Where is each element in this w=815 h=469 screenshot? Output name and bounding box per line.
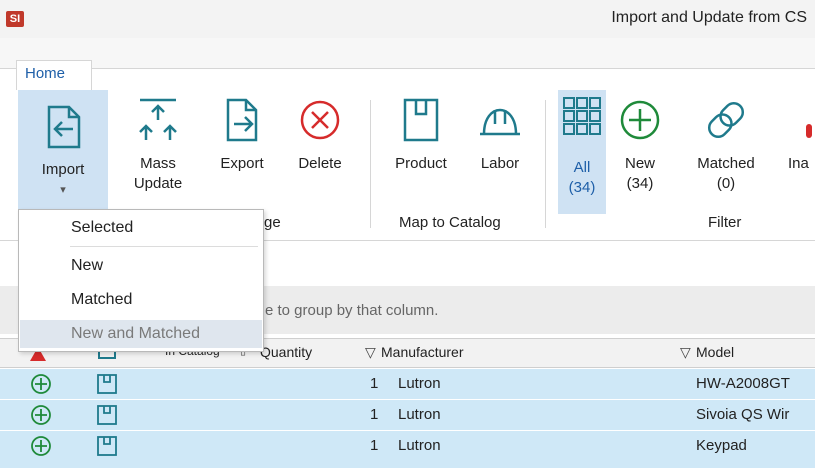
table-row[interactable]: 1 Lutron Keypad: [0, 431, 815, 469]
column-header-model[interactable]: Model: [696, 344, 734, 360]
product-box-icon: [403, 98, 439, 142]
filter-inactive-button[interactable]: Ina: [788, 96, 815, 174]
filter-inactive-icon: [788, 96, 815, 146]
link-icon: [707, 101, 745, 139]
cell-model: Keypad: [696, 437, 747, 454]
title-bar: SI Import and Update from CS: [0, 0, 815, 39]
hard-hat-icon: [480, 108, 520, 136]
cell-model: HW-A2008GT: [696, 375, 790, 392]
product-box-icon: [97, 374, 117, 394]
tab-home[interactable]: Home: [16, 60, 92, 90]
cell-manufacturer: Lutron: [398, 406, 441, 423]
filter-funnel-icon[interactable]: ▽: [680, 344, 691, 361]
delete-icon: [300, 100, 340, 140]
filter-funnel-icon[interactable]: ▽: [365, 344, 376, 361]
mass-update-label-1: Mass: [140, 155, 176, 172]
cell-manufacturer: Lutron: [398, 437, 441, 454]
filter-new-label: New: [624, 155, 655, 172]
cell-model: Sivoia QS Wir: [696, 406, 790, 423]
map-product-button[interactable]: Product: [386, 96, 456, 174]
export-button[interactable]: Export: [214, 96, 270, 174]
import-icon: [47, 105, 81, 149]
grid-icon: [563, 97, 601, 135]
filter-all-button[interactable]: All (34): [558, 90, 606, 214]
add-circle-icon: [31, 405, 51, 425]
delete-label: Delete: [298, 155, 342, 172]
filter-all-count: (34): [568, 179, 596, 196]
product-box-icon: [97, 436, 117, 456]
add-circle-icon: [620, 100, 660, 140]
import-button[interactable]: Import ▾: [18, 90, 108, 220]
filter-all-label: All: [573, 159, 591, 176]
window-title: Import and Update from CS: [611, 9, 807, 26]
export-icon: [226, 98, 258, 142]
filter-inactive-label: Ina: [788, 155, 809, 172]
table-row[interactable]: 1 Lutron Sivoia QS Wir: [0, 400, 815, 431]
column-header-quantity[interactable]: Quantity: [260, 344, 312, 360]
cell-quantity: 1: [370, 406, 379, 423]
menu-divider: [70, 246, 258, 247]
mass-update-button[interactable]: Mass Update: [128, 96, 188, 194]
chevron-down-icon: ▾: [60, 184, 66, 196]
column-header-manufacturer[interactable]: Manufacturer: [381, 344, 463, 360]
menu-item-matched[interactable]: Matched: [20, 286, 262, 314]
ribbon-separator: [370, 100, 371, 228]
filter-matched-label: Matched: [697, 155, 755, 172]
add-circle-icon: [31, 374, 51, 394]
cell-manufacturer: Lutron: [398, 375, 441, 392]
menu-item-new[interactable]: New: [20, 252, 262, 280]
import-dropdown-menu: Selected New Matched New and Matched: [18, 209, 264, 352]
group-label-filter: Filter: [708, 214, 742, 231]
menu-item-new-and-matched[interactable]: New and Matched: [20, 320, 262, 348]
import-label: Import: [41, 161, 85, 178]
ribbon-tab-row: [0, 38, 815, 69]
map-labor-button[interactable]: Labor: [468, 96, 532, 174]
mass-update-icon: [139, 98, 177, 140]
product-label: Product: [395, 155, 447, 172]
group-by-hint: e to group by that column.: [265, 302, 439, 319]
filter-new-button[interactable]: New (34): [614, 96, 666, 194]
app-logo-icon: SI: [6, 11, 24, 27]
menu-item-selected[interactable]: Selected: [20, 214, 262, 242]
product-box-icon: [97, 405, 117, 425]
delete-button[interactable]: Delete: [290, 96, 350, 174]
group-label-manage: ge: [264, 214, 281, 231]
labor-label: Labor: [480, 155, 520, 172]
cell-quantity: 1: [370, 437, 379, 454]
group-label-map-to-catalog: Map to Catalog: [399, 214, 501, 231]
table-row[interactable]: 1 Lutron HW-A2008GT: [0, 369, 815, 400]
add-circle-icon: [31, 436, 51, 456]
ribbon-separator: [545, 100, 546, 228]
cell-quantity: 1: [370, 375, 379, 392]
filter-matched-count: (0): [716, 175, 736, 192]
export-label: Export: [220, 155, 264, 172]
filter-matched-button[interactable]: Matched (0): [686, 96, 766, 194]
mass-update-label-2: Update: [133, 175, 183, 192]
filter-new-count: (34): [626, 175, 654, 192]
